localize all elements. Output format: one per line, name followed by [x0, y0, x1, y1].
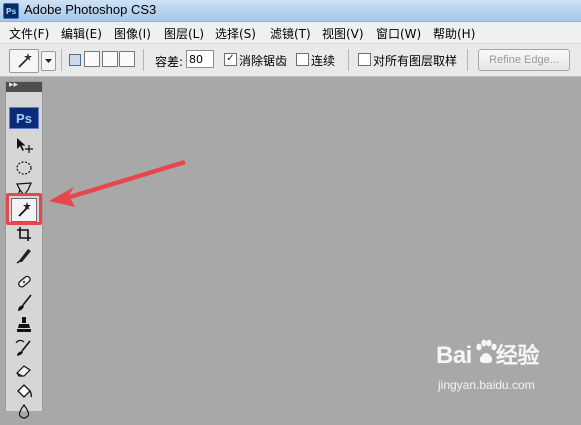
tolerance-label: 容差: [155, 55, 184, 69]
magic-wand-icon [18, 53, 32, 68]
tool-preset-dropdown[interactable] [41, 51, 56, 71]
paint-bucket-tool[interactable] [14, 383, 34, 401]
move-tool-icon [17, 138, 33, 153]
menu-edit[interactable]: 编辑(E) [61, 25, 102, 42]
history-brush-icon [15, 339, 31, 356]
menu-filter[interactable]: 滤镜(T) [270, 25, 311, 42]
toolbox-panel: ▸▸ Ps [5, 80, 43, 419]
menu-layer[interactable]: 图层(L) [164, 25, 204, 42]
watermark-url: jingyan.baidu.com [438, 378, 535, 392]
marquee-tool[interactable] [14, 159, 34, 177]
eraser-icon [16, 365, 31, 377]
menu-view[interactable]: 视图(V) [322, 25, 364, 42]
eraser-tool[interactable] [14, 361, 34, 379]
healing-brush-icon [18, 275, 31, 288]
intersect-selection-icon[interactable] [119, 51, 135, 67]
menu-select[interactable]: 选择(S) [215, 25, 256, 42]
brush-tool[interactable] [14, 294, 34, 312]
menu-image[interactable]: 图像(I) [114, 25, 151, 42]
options-separator [61, 49, 62, 71]
options-bar: 容差: 80 ✓ 消除锯齿 连续 对所有图层取样 Refine Edge... [0, 44, 581, 77]
options-separator [143, 49, 144, 71]
chevron-down-icon [45, 59, 52, 63]
brush-icon [18, 294, 32, 311]
menu-window[interactable]: 窗口(W) [376, 25, 421, 42]
add-to-selection-icon[interactable] [84, 51, 100, 67]
baidu-watermark: Bai 经验 jingyan.baidu.com [436, 338, 566, 402]
photoshop-logo[interactable]: Ps [9, 107, 39, 129]
menu-file[interactable]: 文件(F) [9, 25, 49, 42]
blur-tool[interactable] [14, 403, 34, 421]
baidu-paw-icon [476, 339, 497, 364]
clone-stamp-tool[interactable] [14, 316, 34, 334]
options-separator [348, 49, 349, 71]
antialias-label: 消除锯齿 [239, 54, 288, 68]
antialias-checkbox[interactable]: ✓ [224, 53, 237, 66]
move-tool[interactable] [14, 136, 34, 154]
title-bar: Ps Adobe Photoshop CS3 [0, 0, 581, 22]
refine-edge-button[interactable]: Refine Edge... [478, 49, 570, 71]
slice-icon [16, 249, 31, 264]
tool-preset-picker[interactable] [9, 49, 39, 73]
toolbox-grip[interactable]: ▸▸ [6, 80, 42, 92]
photoshop-app-icon: Ps [3, 3, 19, 19]
contiguous-label: 连续 [311, 54, 336, 68]
sample-all-layers-label: 对所有图层取样 [373, 54, 458, 68]
slice-tool[interactable] [14, 246, 34, 264]
healing-brush-tool[interactable] [14, 273, 34, 291]
menu-bar: 文件(F) 编辑(E) 图像(I) 图层(L) 选择(S) 滤镜(T) 视图(V… [0, 22, 581, 44]
blur-icon [18, 403, 30, 419]
paint-bucket-icon [17, 384, 32, 398]
crop-icon [17, 227, 31, 241]
history-brush-tool[interactable] [14, 339, 34, 357]
menu-help[interactable]: 帮助(H) [433, 25, 475, 42]
highlight-box [6, 193, 42, 225]
sample-all-layers-checkbox[interactable] [358, 53, 371, 66]
options-separator [467, 49, 468, 71]
elliptical-marquee-icon [16, 161, 32, 175]
window-title: Adobe Photoshop CS3 [24, 2, 157, 17]
tolerance-input[interactable]: 80 [186, 50, 214, 68]
crop-tool[interactable] [14, 225, 34, 243]
contiguous-checkbox[interactable] [296, 53, 309, 66]
annotation-arrow-icon [49, 160, 186, 207]
new-selection-icon[interactable] [69, 54, 81, 66]
expand-icon: ▸▸ [9, 80, 19, 90]
clone-stamp-icon [17, 317, 31, 332]
subtract-from-selection-icon[interactable] [102, 51, 118, 67]
